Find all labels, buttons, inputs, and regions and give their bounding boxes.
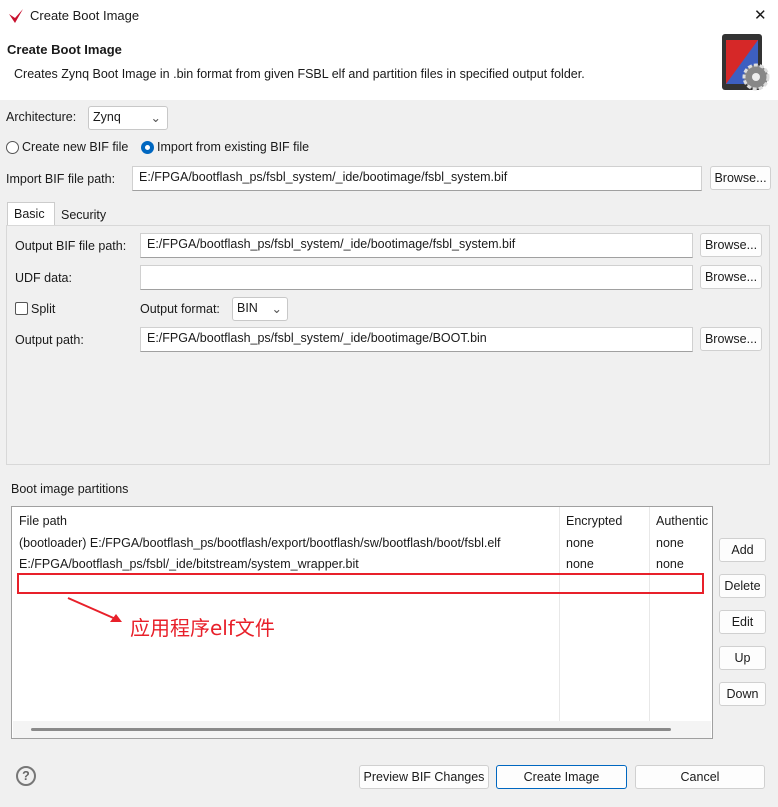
architecture-label: Architecture: — [6, 110, 77, 124]
import-existing-bif-radio[interactable] — [141, 141, 154, 154]
column-header-authentication[interactable]: Authentic — [656, 514, 712, 528]
row-file-path: E:/FPGA/bootflash_ps/fsbl/_ide/bitstream… — [19, 557, 359, 571]
output-bif-input[interactable]: E:/FPGA/bootflash_ps/fsbl_system/_ide/bo… — [140, 233, 693, 258]
row-file-path: (bootloader) E:/FPGA/bootflash_ps/bootfl… — [19, 536, 501, 550]
vitis-logo-icon — [9, 9, 23, 23]
tab-basic[interactable]: Basic — [7, 202, 55, 226]
tab-basic-label: Basic — [14, 207, 45, 221]
row-encrypted: none — [566, 557, 594, 571]
annotation-arrow-icon — [67, 597, 122, 622]
create-image-button[interactable]: Create Image — [496, 765, 627, 789]
delete-button[interactable]: Delete — [719, 574, 766, 598]
preview-bif-changes-button[interactable]: Preview BIF Changes — [359, 765, 489, 789]
output-path-label: Output path: — [15, 333, 84, 347]
udf-browse-button[interactable]: Browse... — [700, 265, 762, 289]
add-button[interactable]: Add — [719, 538, 766, 562]
import-bif-label: Import BIF file path: — [6, 172, 116, 186]
tab-security[interactable]: Security — [55, 206, 112, 224]
annotation-text: 应用程序elf文件 — [130, 616, 275, 640]
output-path-input[interactable]: E:/FPGA/bootflash_ps/fsbl_system/_ide/bo… — [140, 327, 693, 352]
up-button[interactable]: Up — [719, 646, 766, 670]
chevron-down-icon: ⌄ — [150, 111, 161, 125]
partitions-label: Boot image partitions — [11, 482, 129, 496]
down-button[interactable]: Down — [719, 682, 766, 706]
create-new-bif-label: Create new BIF file — [22, 140, 129, 154]
udf-input[interactable] — [140, 265, 693, 290]
column-header-file-path[interactable]: File path — [19, 514, 67, 528]
output-format-value: BIN — [237, 301, 258, 315]
output-bif-label: Output BIF file path: — [15, 239, 127, 253]
output-format-select[interactable]: BIN ⌄ — [232, 297, 288, 321]
header-title: Create Boot Image — [7, 42, 122, 57]
close-icon[interactable]: ✕ — [754, 6, 767, 24]
row-authentication: none — [656, 536, 684, 550]
header-description: Creates Zynq Boot Image in .bin format f… — [14, 67, 585, 81]
import-existing-bif-label: Import from existing BIF file — [157, 140, 310, 154]
cancel-button[interactable]: Cancel — [635, 765, 765, 789]
title-bar: Create Boot Image ✕ — [0, 0, 778, 32]
architecture-value: Zynq — [93, 110, 121, 124]
output-format-label: Output format: — [140, 302, 220, 316]
udf-label: UDF data: — [15, 271, 72, 285]
output-path-browse-button[interactable]: Browse... — [700, 327, 762, 351]
import-bif-input[interactable]: E:/FPGA/bootflash_ps/fsbl_system/_ide/bo… — [132, 166, 702, 191]
edit-button[interactable]: Edit — [719, 610, 766, 634]
row-authentication: none — [656, 557, 684, 571]
output-bif-browse-button[interactable]: Browse... — [700, 233, 762, 257]
architecture-select[interactable]: Zynq ⌄ — [88, 106, 168, 130]
scrollbar-thumb[interactable] — [31, 728, 671, 731]
boot-image-gear-icon — [722, 34, 770, 91]
annotation-highlight-box — [17, 573, 704, 594]
column-header-encrypted[interactable]: Encrypted — [566, 514, 622, 528]
window-title: Create Boot Image — [30, 8, 140, 23]
split-label: Split — [31, 302, 56, 316]
help-icon[interactable]: ? — [16, 766, 36, 786]
tab-security-label: Security — [61, 208, 107, 222]
import-bif-browse-button[interactable]: Browse... — [710, 166, 771, 190]
dialog-header: Create Boot Image Creates Zynq Boot Imag… — [0, 32, 778, 100]
create-new-bif-radio[interactable] — [6, 141, 19, 154]
chevron-down-icon: ⌄ — [271, 302, 282, 316]
horizontal-scrollbar[interactable] — [13, 721, 711, 738]
row-encrypted: none — [566, 536, 594, 550]
split-checkbox[interactable] — [15, 302, 28, 315]
